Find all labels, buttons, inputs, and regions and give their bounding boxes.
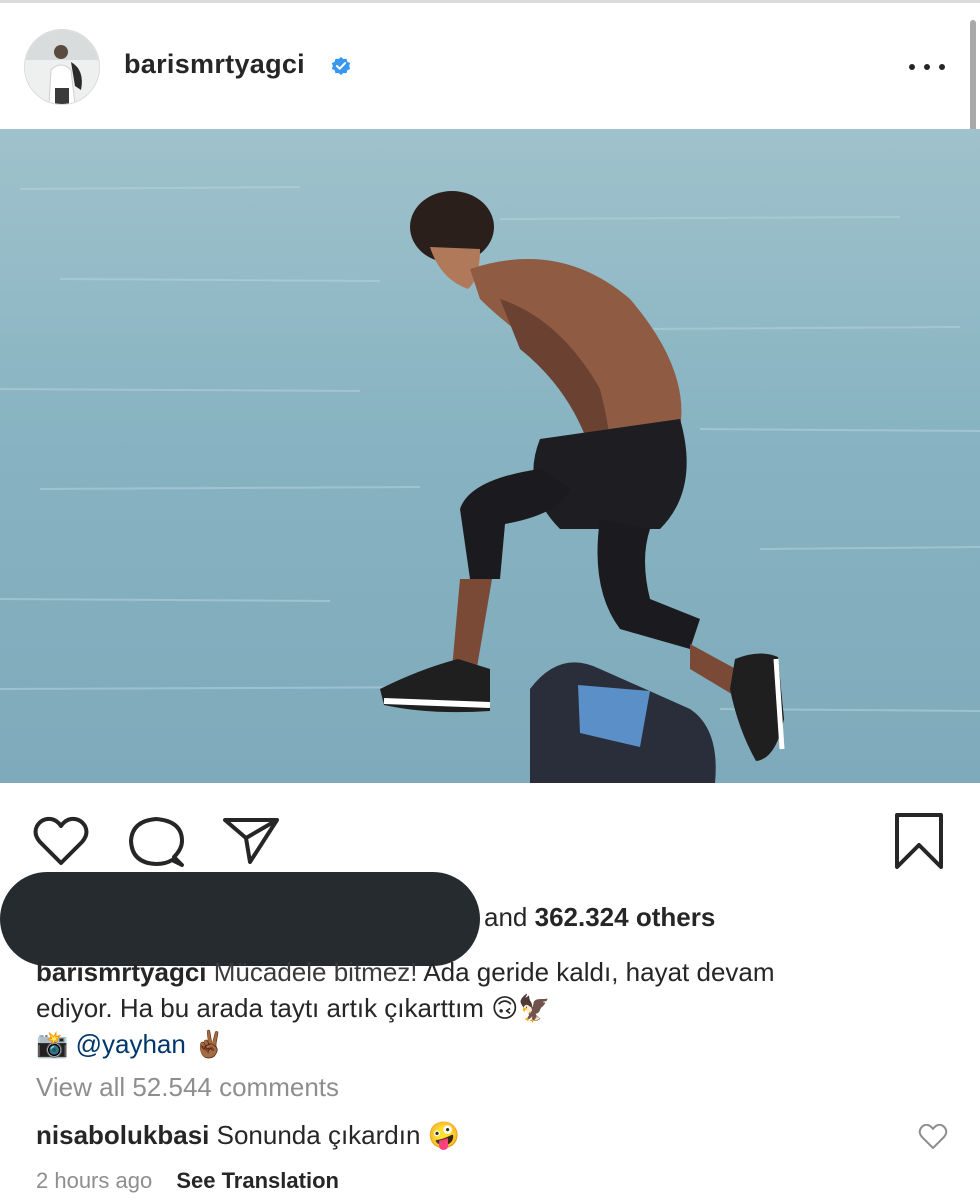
comment-text: Sonunda çıkardın	[216, 1120, 421, 1150]
comment-emoji: 🤪	[427, 1121, 461, 1151]
bookmark-icon[interactable]	[893, 812, 945, 870]
post-photo[interactable]	[0, 129, 980, 783]
post-header: barismrtyagci	[0, 3, 980, 129]
share-icon[interactable]	[222, 815, 280, 865]
comment-item: nisabolukbasi Sonunda çıkardın 🤪	[36, 1120, 460, 1151]
likes-prefix: and	[484, 902, 535, 932]
avatar[interactable]	[24, 29, 100, 105]
peace-emoji: ✌🏾	[193, 1030, 226, 1060]
caption-text-line1: Ada geride kaldı, hayat devam	[417, 957, 775, 987]
redaction-block	[0, 872, 480, 966]
comment-like-heart-icon[interactable]	[918, 1124, 948, 1150]
caption-credit: 📸 @yayhan ✌🏾	[36, 1026, 225, 1063]
see-translation-link[interactable]: See Translation	[176, 1168, 339, 1193]
comment-icon[interactable]	[128, 815, 184, 869]
likes-others[interactable]: 362.324 others	[535, 902, 716, 932]
camera-emoji: 📸	[36, 1030, 69, 1060]
post-meta: 2 hours ago See Translation	[36, 1168, 339, 1194]
caption-username[interactable]: barismrtyagci	[36, 957, 207, 987]
comment-username[interactable]: nisabolukbasi	[36, 1120, 209, 1150]
likes-count[interactable]: and 362.324 others	[484, 902, 715, 933]
caption-emoji: 🙃🦅	[491, 994, 551, 1024]
more-options-icon[interactable]	[907, 59, 947, 75]
caption-text-faded: Mücadele bitmez!	[213, 957, 418, 987]
view-all-comments-link[interactable]: View all 52.544 comments	[36, 1072, 339, 1103]
caption-text-line2: ediyor. Ha bu arada taytı artık çıkarttı…	[36, 993, 484, 1023]
mention-link[interactable]: @yayhan	[76, 1029, 186, 1059]
heart-icon[interactable]	[32, 815, 90, 867]
caption: barismrtyagci Mücadele bitmez! Ada gerid…	[36, 954, 916, 1027]
username[interactable]: barismrtyagci	[124, 49, 305, 80]
timestamp: 2 hours ago	[36, 1168, 153, 1193]
verified-badge-icon	[331, 57, 351, 75]
